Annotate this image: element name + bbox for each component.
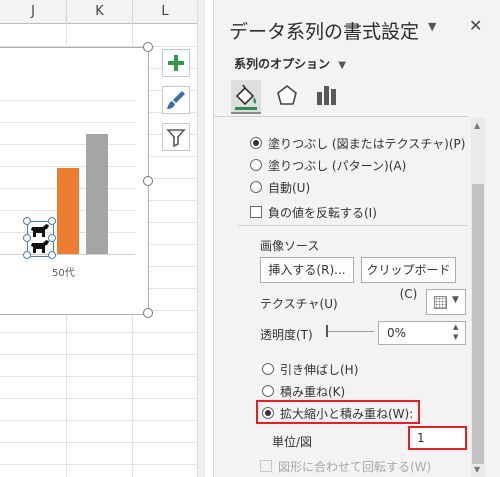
rotate-with-shape-label: 図形に合わせて回転する(W) [278, 460, 432, 474]
stretch-label: 引き伸ばし(H) [280, 363, 359, 377]
chart-area[interactable]: 50代 [0, 47, 149, 315]
chart-resize-handle[interactable] [143, 308, 153, 318]
tab-fill-line[interactable] [231, 80, 261, 114]
series-options-dropdown[interactable]: 系列のオプション ▼ [234, 55, 346, 72]
invert-if-negative-checkbox[interactable] [250, 206, 262, 218]
series-options-label: 系列のオプション [234, 57, 331, 71]
bar-orange[interactable] [57, 168, 79, 254]
column-header-label: J [31, 4, 35, 19]
chart-axis-line [0, 254, 135, 255]
sheet-edge-strip [197, 0, 205, 477]
format-data-series-pane: データ系列の書式設定 ▼ ✕ 系列のオプション ▼ ▲ ▼ 塗りつぶし (図また… [213, 0, 500, 477]
selection-handle[interactable] [48, 217, 56, 225]
effects-icon [277, 84, 297, 105]
transparency-spinner[interactable]: 0% ▲ ▼ [378, 321, 466, 345]
texture-label: テクスチャ(U) [260, 297, 338, 311]
category-axis-label: 50代 [52, 268, 75, 279]
chevron-down-icon: ▼ [452, 295, 459, 305]
selection-handle[interactable] [48, 251, 56, 259]
pane-title-dropdown-icon[interactable]: ▼ [428, 20, 436, 33]
close-pane-icon[interactable]: ✕ [469, 16, 482, 35]
bar-gray[interactable] [86, 134, 108, 254]
spin-up-icon[interactable]: ▲ [453, 323, 458, 331]
chart-resize-handle[interactable] [143, 42, 153, 52]
column-header-label: K [95, 4, 104, 19]
spreadsheet-area[interactable]: J K L 50代 [0, 0, 205, 477]
chart-gridline [0, 122, 135, 123]
tab-effects[interactable] [272, 80, 302, 112]
section-divider [238, 225, 468, 226]
column-header-l[interactable]: L [133, 0, 198, 24]
series-options-icon [317, 86, 336, 105]
units-per-picture-input[interactable]: 1 [408, 426, 467, 450]
radio-stack-and-scale[interactable] [262, 407, 274, 419]
radio-pattern[interactable] [250, 159, 262, 171]
cell-row-line [0, 442, 205, 443]
scroll-thumb[interactable] [472, 184, 484, 464]
texture-dropdown[interactable]: ▼ [426, 289, 466, 315]
transparency-slider-track[interactable] [326, 331, 374, 332]
fill-picture-texture-label: 塗りつぶし (図またはテクスチャ)(P) [268, 137, 466, 151]
fill-line-icon [235, 84, 257, 110]
fill-auto-label: 自動(U) [268, 181, 311, 195]
cell-row-line [0, 332, 205, 333]
chart-gridline [0, 166, 135, 167]
units-per-picture-value: 1 [417, 431, 425, 445]
selection-handle[interactable] [23, 234, 31, 242]
transparency-slider-thumb[interactable] [326, 325, 328, 337]
plus-icon [168, 55, 184, 71]
cell-row-line [0, 398, 205, 399]
brush-icon [167, 91, 185, 109]
invert-if-negative-label: 負の値を反転する(I) [268, 206, 377, 220]
transparency-label: 透明度(T) [260, 328, 313, 342]
cell-row-line [0, 420, 205, 421]
column-header-j[interactable]: J [0, 0, 67, 24]
pane-title: データ系列の書式設定 [229, 21, 420, 43]
series-options-dropdown-icon: ▼ [338, 60, 346, 71]
scroll-down-icon[interactable]: ▼ [474, 465, 480, 474]
fill-pattern-label: 塗りつぶし (パターン)(A) [268, 159, 407, 173]
stack-label: 積み重ね(K) [280, 385, 346, 399]
selection-handle[interactable] [48, 234, 56, 242]
clipboard-button[interactable]: クリップボード(C) [361, 257, 456, 301]
chart-resize-handle[interactable] [143, 176, 153, 186]
rotate-with-shape-checkbox [260, 460, 272, 472]
column-header-k[interactable]: K [67, 0, 133, 24]
radio-auto[interactable] [250, 181, 262, 193]
filter-icon [166, 129, 186, 148]
radio-stack[interactable] [262, 385, 274, 397]
chart-styles-button[interactable] [162, 86, 190, 114]
units-per-picture-label: 単位/図 [272, 435, 313, 449]
chart-gridline [0, 144, 135, 145]
tab-divider [214, 116, 468, 117]
tab-series-options[interactable] [312, 80, 342, 112]
transparency-value: 0% [387, 326, 407, 340]
radio-picture-texture[interactable] [250, 137, 262, 149]
chart-gridline [0, 100, 135, 101]
texture-preview-icon [434, 296, 447, 309]
cell-row-line [0, 354, 205, 355]
selection-handle[interactable] [23, 251, 31, 259]
cell-row-line [0, 464, 205, 465]
chart-filters-button[interactable] [162, 123, 190, 151]
radio-stretch[interactable] [262, 363, 274, 375]
chart-elements-button[interactable] [162, 49, 190, 77]
selection-handle[interactable] [23, 217, 31, 225]
image-source-label: 画像ソース [260, 239, 320, 253]
stack-and-scale-label: 拡大縮小と積み重ね(W): [280, 407, 414, 421]
column-header-label: L [161, 4, 169, 19]
spin-down-icon[interactable]: ▼ [453, 333, 458, 341]
cell-row-line [0, 376, 205, 377]
pane-scrollbar[interactable]: ▲ ▼ [471, 118, 485, 477]
scroll-up-icon[interactable]: ▲ [474, 121, 480, 130]
insert-picture-button[interactable]: 挿入する(R)... [260, 257, 354, 283]
